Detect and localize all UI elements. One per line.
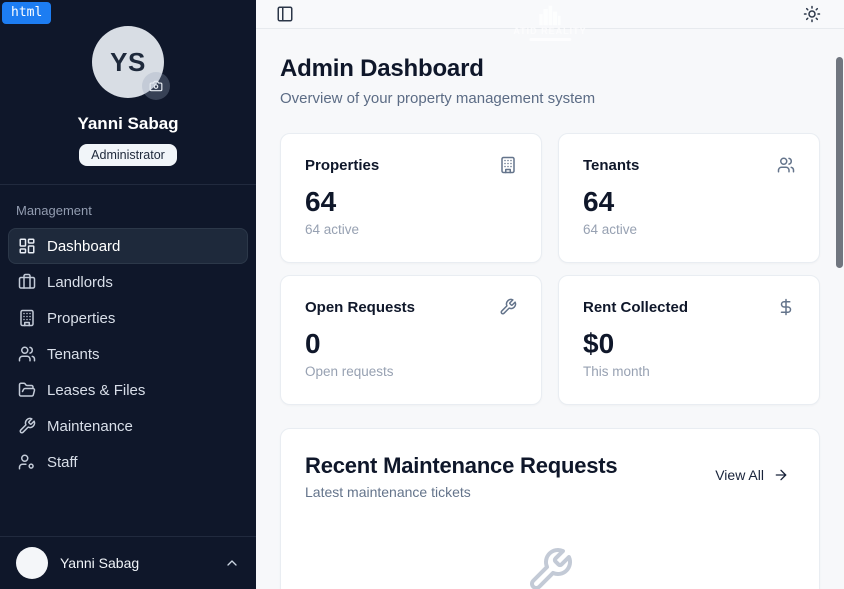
panel-left-icon xyxy=(276,5,294,23)
users-icon xyxy=(18,345,36,363)
users-icon xyxy=(777,156,795,174)
role-badge: Administrator xyxy=(79,144,177,166)
stat-subtext: Open requests xyxy=(305,364,517,379)
sidebar-item-label: Landlords xyxy=(47,274,113,291)
footer-avatar xyxy=(16,547,48,579)
avatar: YS xyxy=(92,26,164,98)
stat-card-tenants[interactable]: Tenants 64 64 active xyxy=(558,133,820,263)
stat-title: Tenants xyxy=(583,157,639,174)
stat-title: Rent Collected xyxy=(583,299,688,316)
sidebar-item-staff[interactable]: Staff xyxy=(8,444,248,480)
sidebar-item-properties[interactable]: Properties xyxy=(8,300,248,336)
stat-card-open-requests[interactable]: Open Requests 0 Open requests xyxy=(280,275,542,405)
stat-subtext: 64 active xyxy=(583,222,795,237)
dashboard-content: Admin Dashboard Overview of your propert… xyxy=(256,29,844,589)
stat-value: 0 xyxy=(305,329,517,360)
footer-user-name: Yanni Sabag xyxy=(60,555,212,571)
stat-card-rent-collected[interactable]: Rent Collected $0 This month xyxy=(558,275,820,405)
sun-icon xyxy=(803,5,821,23)
view-all-label: View All xyxy=(715,467,764,483)
chevron-up-icon xyxy=(224,555,240,571)
dollar-icon xyxy=(777,298,795,316)
empty-state xyxy=(305,546,795,589)
briefcase-icon xyxy=(18,273,36,291)
sidebar-item-label: Dashboard xyxy=(47,238,120,255)
recent-maintenance-card: Recent Maintenance Requests Latest maint… xyxy=(280,428,820,589)
stat-cards-grid: Properties 64 64 active Tenants xyxy=(280,133,820,405)
nav-section-label: Management xyxy=(8,197,248,228)
stat-value: $0 xyxy=(583,329,795,360)
sidebar-item-label: Maintenance xyxy=(47,418,133,435)
building-icon xyxy=(499,156,517,174)
sidebar-item-label: Tenants xyxy=(47,346,100,363)
change-photo-button[interactable] xyxy=(142,72,170,100)
stat-subtext: 64 active xyxy=(305,222,517,237)
page-subtitle: Overview of your property management sys… xyxy=(280,90,820,107)
stat-value: 64 xyxy=(305,187,517,218)
sidebar-item-dashboard[interactable]: Dashboard xyxy=(8,228,248,264)
theme-toggle-button[interactable] xyxy=(798,0,826,28)
wrench-icon xyxy=(18,417,36,435)
devtools-element-badge: html xyxy=(2,2,51,24)
sidebar-toggle-button[interactable] xyxy=(271,0,299,28)
page-title: Admin Dashboard xyxy=(280,55,820,83)
profile-section: YS Yanni Sabag Administrator xyxy=(0,0,256,185)
topbar: ATID REALITY xyxy=(256,0,844,29)
sidebar-item-label: Leases & Files xyxy=(47,382,145,399)
main-area: ATID REALITY Admin Dashboard Overview of… xyxy=(256,0,844,589)
view-all-button[interactable]: View All xyxy=(709,459,795,491)
sidebar-nav: Management Dashboard Landlords Propertie… xyxy=(0,185,256,536)
stat-title: Open Requests xyxy=(305,299,415,316)
app-root: html YS Yanni Sabag Administrator Manage… xyxy=(0,0,844,589)
stat-value: 64 xyxy=(583,187,795,218)
vertical-scrollbar[interactable] xyxy=(836,57,843,268)
sidebar-item-tenants[interactable]: Tenants xyxy=(8,336,248,372)
dashboard-icon xyxy=(18,237,36,255)
folder-open-icon xyxy=(18,381,36,399)
recent-title: Recent Maintenance Requests xyxy=(305,453,617,479)
user-cog-icon xyxy=(18,453,36,471)
recent-subtitle: Latest maintenance tickets xyxy=(305,484,617,500)
sidebar-item-maintenance[interactable]: Maintenance xyxy=(8,408,248,444)
profile-name: Yanni Sabag xyxy=(16,114,240,134)
building-icon xyxy=(18,309,36,327)
sidebar-item-landlords[interactable]: Landlords xyxy=(8,264,248,300)
sidebar-user-menu[interactable]: Yanni Sabag xyxy=(0,536,256,589)
sidebar-item-leases-files[interactable]: Leases & Files xyxy=(8,372,248,408)
arrow-right-icon xyxy=(773,467,789,483)
camera-icon xyxy=(149,79,163,93)
wrench-icon xyxy=(526,546,574,589)
wrench-icon xyxy=(499,298,517,316)
sidebar: YS Yanni Sabag Administrator Management … xyxy=(0,0,256,589)
sidebar-item-label: Properties xyxy=(47,310,115,327)
stat-title: Properties xyxy=(305,157,379,174)
sidebar-item-label: Staff xyxy=(47,454,78,471)
stat-card-properties[interactable]: Properties 64 64 active xyxy=(280,133,542,263)
stat-subtext: This month xyxy=(583,364,795,379)
skyline-icon xyxy=(533,4,567,26)
